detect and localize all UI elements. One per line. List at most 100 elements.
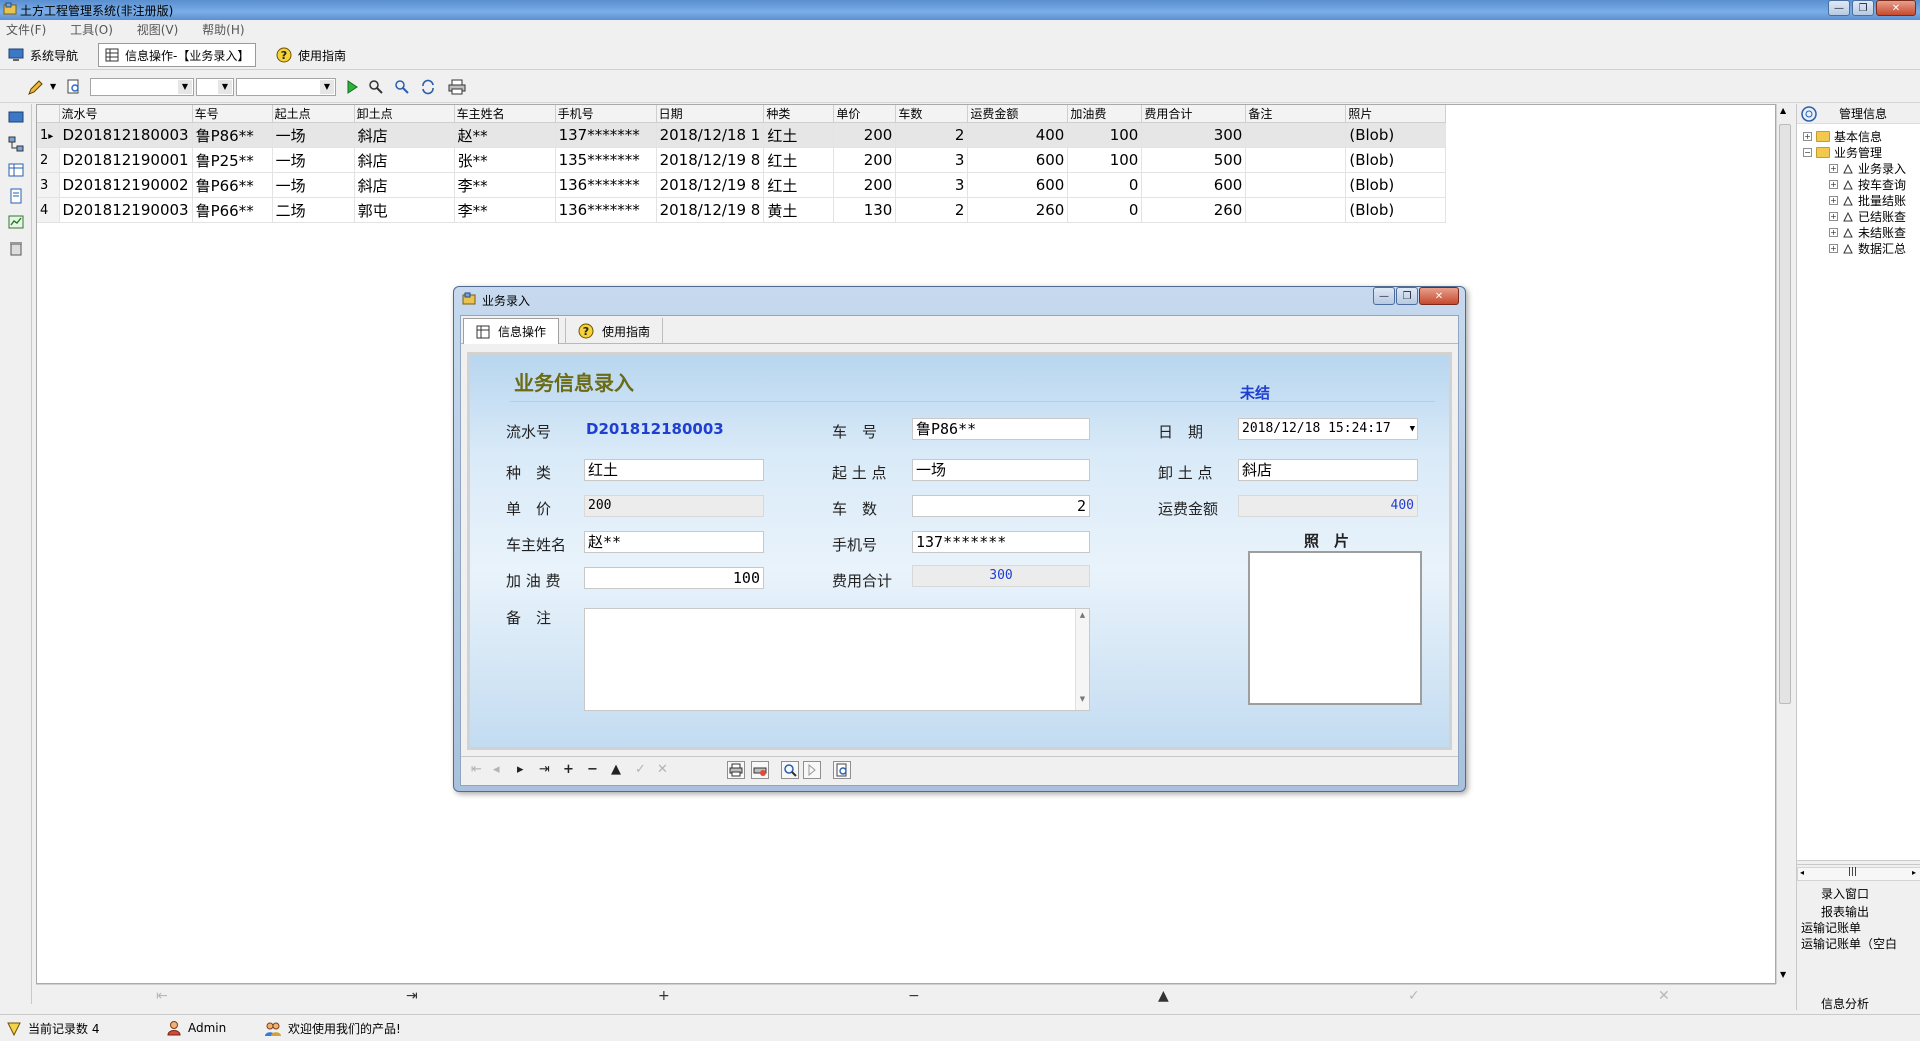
table-row[interactable]: 4 D201812190003 鲁P66** 二场 郭屯 李** 136******* 201…	[37, 197, 1447, 223]
table-cell[interactable]: D201812190002	[59, 172, 193, 198]
table-cell[interactable]: 200	[833, 147, 897, 173]
table-row[interactable]: 1▸ D201812180003 鲁P86** 一场 斜店 赵** 137******* 20…	[37, 122, 1447, 148]
row-indicator[interactable]: 1▸	[37, 122, 60, 148]
column-header[interactable]: 车数	[895, 105, 969, 123]
table-cell[interactable]: 2	[895, 122, 969, 148]
column-header[interactable]: 运费金额	[967, 105, 1069, 123]
refresh-icon[interactable]	[420, 79, 436, 95]
table-cell[interactable]: 3	[895, 172, 969, 198]
table-cell[interactable]: 黄土	[763, 197, 835, 223]
scroll-thumb[interactable]	[1779, 124, 1791, 704]
tree-item[interactable]: + 业务录入	[1829, 160, 1906, 177]
edit-record-button[interactable]: ▲	[611, 762, 621, 777]
tree-item[interactable]: + 未结账查	[1829, 224, 1906, 241]
table-cell[interactable]: 李**	[454, 197, 556, 223]
table-cell[interactable]: 130	[833, 197, 897, 223]
column-header[interactable]: 流水号	[59, 105, 193, 123]
column-header[interactable]: 日期	[656, 105, 765, 123]
table-cell[interactable]: 135*******	[555, 147, 657, 173]
dialog-minimize-button[interactable]: —	[1373, 287, 1395, 305]
chevron-down-icon[interactable]: ▼	[50, 82, 56, 91]
price-input[interactable]: 200	[584, 495, 764, 517]
table-cell[interactable]: 2018/12/19 8	[656, 172, 765, 198]
last-record-button[interactable]: ⇥	[539, 762, 550, 777]
table-cell[interactable]: 260	[1141, 197, 1247, 223]
zoom-icon[interactable]	[781, 761, 799, 779]
table-cell[interactable]: 斜店	[354, 122, 455, 148]
report-hscrollbar[interactable]: ◂ ||| ▸	[1797, 867, 1920, 881]
scroll-grip[interactable]: |||	[1848, 867, 1857, 877]
expand-icon[interactable]: +	[1829, 164, 1838, 173]
monitor-icon[interactable]	[8, 110, 24, 126]
column-header[interactable]: 起土点	[272, 105, 355, 123]
grid-vertical-scrollbar[interactable]: ▲ ▼	[1776, 104, 1792, 984]
post-record-button[interactable]: ✓	[1408, 988, 1420, 1004]
table-cell[interactable]: 2018/12/18 1	[656, 122, 765, 148]
start-point-input[interactable]: 一场	[912, 459, 1090, 481]
table-cell[interactable]: 二场	[272, 197, 355, 223]
table-cell[interactable]: 斜店	[354, 147, 455, 173]
tab-system-nav[interactable]: 系统导航	[8, 43, 78, 67]
column-header[interactable]: 费用合计	[1141, 105, 1247, 123]
plate-input[interactable]: 鲁P86**	[912, 418, 1090, 440]
cancel-record-button[interactable]: ✕	[1658, 988, 1670, 1004]
prior-record-button[interactable]: ◂	[493, 762, 500, 777]
find-icon[interactable]	[368, 79, 384, 95]
document-icon[interactable]	[8, 188, 24, 204]
column-header[interactable]: 车主姓名	[454, 105, 556, 123]
table-cell[interactable]: 137*******	[555, 122, 657, 148]
collapse-icon[interactable]: −	[1803, 148, 1812, 157]
chart-icon[interactable]	[8, 214, 24, 230]
unload-point-input[interactable]: 斜店	[1238, 459, 1418, 481]
trash-icon[interactable]	[8, 240, 24, 256]
row-indicator[interactable]: 3	[37, 172, 60, 198]
report-item[interactable]: 运输记账单	[1801, 919, 1861, 936]
table-cell[interactable]: 300	[1141, 122, 1247, 148]
table-cell[interactable]: D201812180003	[59, 122, 193, 148]
table-cell[interactable]: 0	[1067, 172, 1143, 198]
menu-help[interactable]: 帮助(H)	[202, 23, 244, 37]
scroll-right-icon[interactable]: ▸	[1912, 868, 1916, 877]
tab-user-guide[interactable]: ? 使用指南	[276, 43, 346, 67]
search-doc-icon[interactable]	[833, 761, 851, 779]
table-cell[interactable]: 200	[833, 172, 897, 198]
row-indicator[interactable]: 2	[37, 147, 60, 173]
memo-scrollbar[interactable]: ▲ ▼	[1075, 609, 1089, 710]
table-cell[interactable]: 136*******	[555, 172, 657, 198]
tab-info-ops[interactable]: 信息操作-【业务录入】	[98, 43, 257, 67]
table-cell[interactable]: 一场	[272, 122, 355, 148]
menu-view[interactable]: 视图(V)	[137, 23, 179, 37]
value-select[interactable]: ▼	[236, 78, 336, 96]
table-row[interactable]: 2 D201812190001 鲁P25** 一场 斜店 张** 135******* 201…	[37, 147, 1447, 173]
table-cell[interactable]: D201812190001	[59, 147, 193, 173]
close-button[interactable]: ✕	[1876, 0, 1916, 16]
table-cell[interactable]: 红土	[763, 147, 835, 173]
table-cell[interactable]	[1245, 147, 1347, 173]
table-cell[interactable]: 鲁P25**	[192, 147, 273, 173]
column-header[interactable]: 车号	[192, 105, 273, 123]
table-cell[interactable]: D201812190003	[59, 197, 193, 223]
play-icon[interactable]	[344, 79, 360, 95]
table-cell[interactable]: 100	[1067, 122, 1143, 148]
expand-icon[interactable]: +	[1829, 228, 1838, 237]
tree-item[interactable]: + 批量结账	[1829, 192, 1906, 209]
print-icon[interactable]	[448, 79, 466, 95]
fuel-input[interactable]: 100	[584, 567, 764, 589]
table-cell[interactable]: 100	[1067, 147, 1143, 173]
table-cell[interactable]: 2018/12/19 8	[656, 197, 765, 223]
info-analysis-label[interactable]: 信息分析	[1821, 995, 1869, 1012]
expand-icon[interactable]: +	[1829, 212, 1838, 221]
minimize-button[interactable]: —	[1828, 0, 1850, 16]
scroll-down-icon[interactable]: ▼	[1780, 970, 1786, 979]
expand-icon[interactable]: +	[1829, 180, 1838, 189]
column-header[interactable]: 种类	[763, 105, 835, 123]
report-item[interactable]: 运输记账单（空白	[1801, 935, 1897, 952]
first-record-button[interactable]: ⇤	[471, 762, 482, 777]
table-cell[interactable]: (Blob)	[1345, 197, 1447, 223]
table-cell[interactable]: 一场	[272, 172, 355, 198]
table-cell[interactable]: 600	[1141, 172, 1247, 198]
table-cell[interactable]: 2018/12/19 8	[656, 147, 765, 173]
operator-select[interactable]: ▼	[196, 78, 234, 96]
maximize-button[interactable]: ❐	[1852, 0, 1874, 16]
insert-record-button[interactable]: +	[658, 988, 670, 1004]
